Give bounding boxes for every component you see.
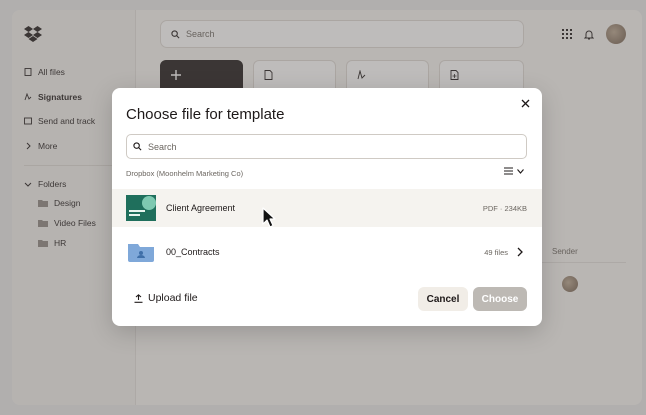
list-view-icon bbox=[504, 167, 513, 175]
choose-file-dialog: Choose file for template Search Dropbox … bbox=[112, 88, 542, 326]
file-name: Client Agreement bbox=[166, 203, 236, 213]
close-icon bbox=[521, 99, 529, 107]
document-thumbnail bbox=[126, 195, 156, 221]
mouse-cursor-icon bbox=[262, 207, 276, 228]
folder-name: 00_Contracts bbox=[166, 247, 220, 257]
upload-file-label: Upload file bbox=[148, 292, 198, 304]
cancel-button[interactable]: Cancel bbox=[418, 287, 468, 311]
upload-file-button[interactable]: Upload file bbox=[134, 292, 198, 304]
view-options-button[interactable] bbox=[504, 167, 524, 175]
file-meta: PDF · 234KB bbox=[482, 203, 527, 213]
close-button[interactable] bbox=[518, 96, 532, 110]
shared-folder-icon bbox=[128, 244, 154, 262]
chevron-right-icon[interactable] bbox=[516, 247, 524, 257]
dialog-search-placeholder: Search bbox=[148, 141, 177, 152]
choose-button[interactable]: Choose bbox=[473, 287, 527, 311]
folder-meta: 49 files bbox=[484, 247, 508, 257]
file-row-00-contracts[interactable]: 00_Contracts 49 files bbox=[112, 233, 542, 271]
document-preview-icon bbox=[126, 195, 156, 221]
dialog-search-input[interactable]: Search bbox=[126, 134, 527, 159]
breadcrumb[interactable]: Dropbox (Moonhelm Marketing Co) bbox=[126, 169, 243, 178]
search-icon bbox=[133, 142, 142, 151]
dialog-title: Choose file for template bbox=[126, 106, 285, 123]
upload-icon bbox=[134, 293, 143, 303]
file-row-client-agreement[interactable]: Client Agreement PDF · 234KB bbox=[112, 189, 542, 227]
chevron-down-icon bbox=[517, 168, 524, 174]
